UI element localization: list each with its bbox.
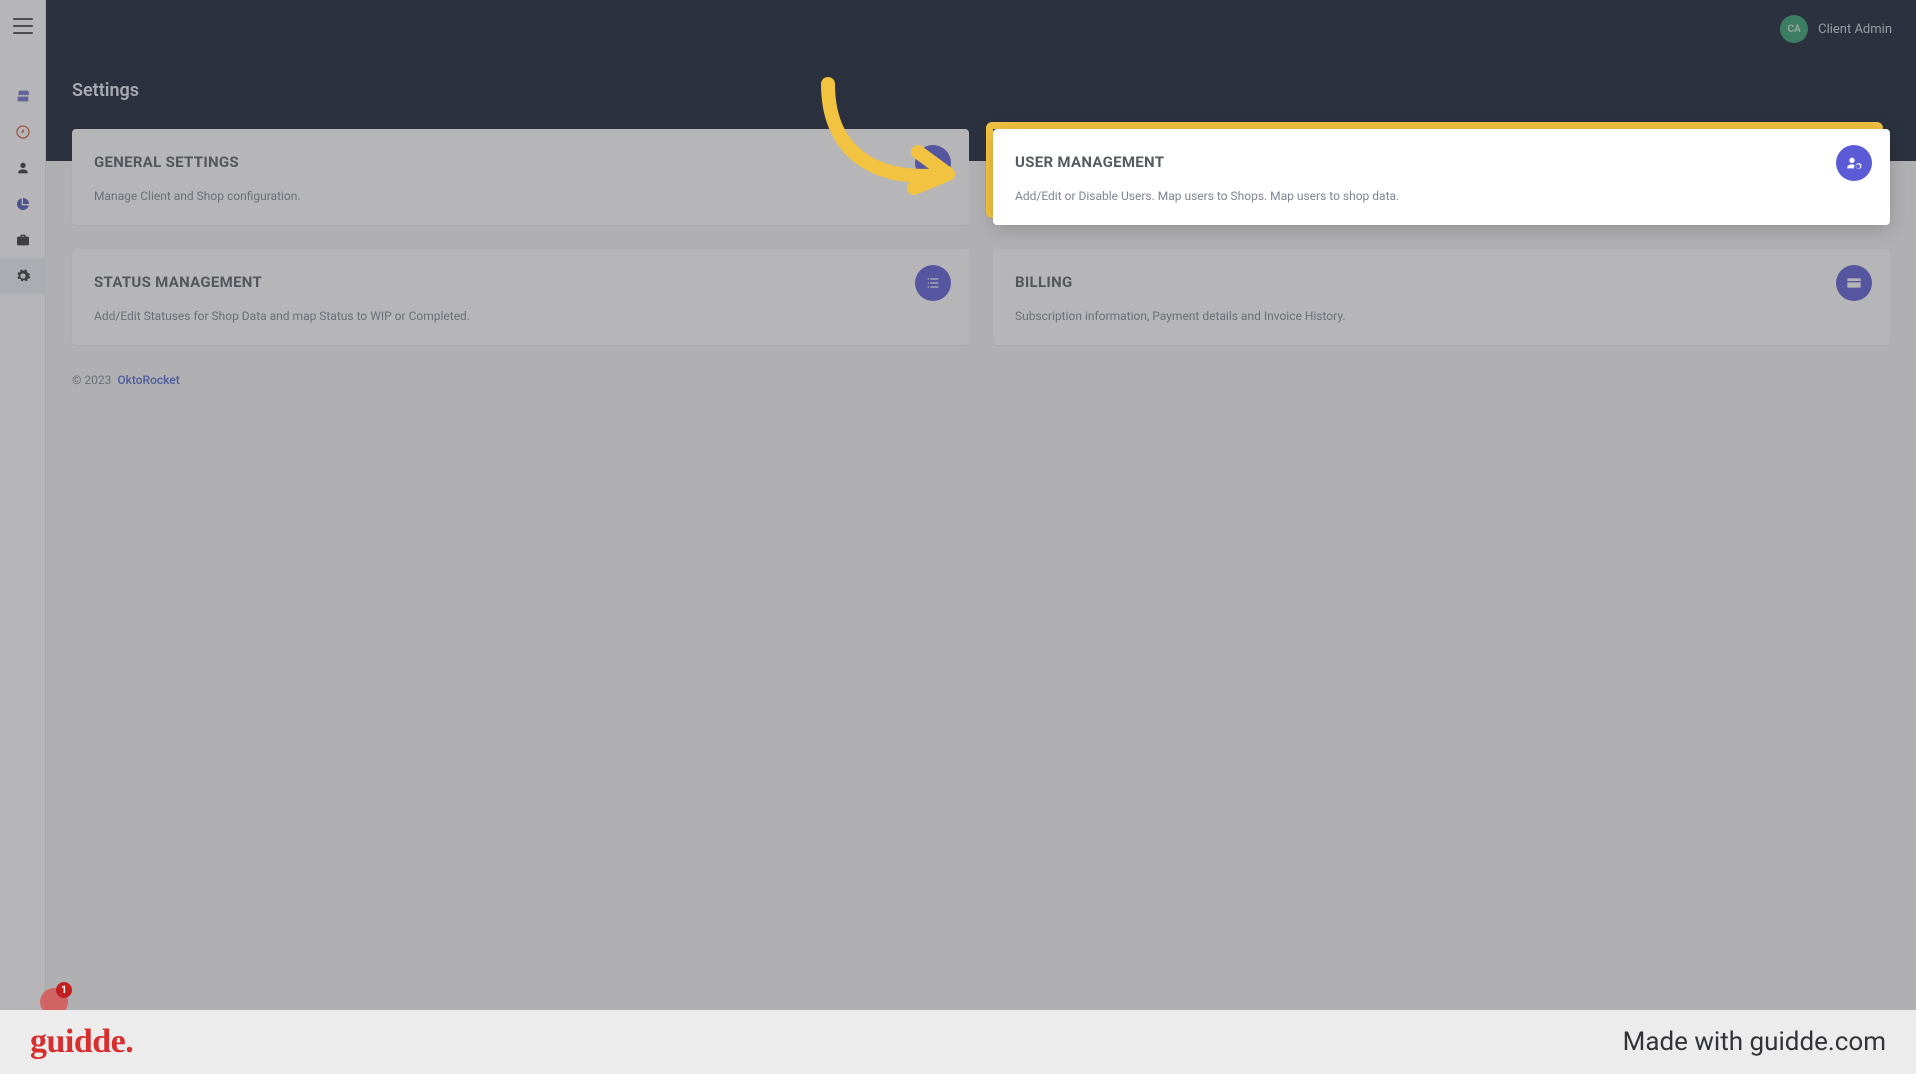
brand-link[interactable]: OktoRocket bbox=[117, 373, 179, 387]
card-title: USER MANAGEMENT bbox=[1015, 153, 1868, 171]
app-root: CA Client Admin Settings GENERAL SETTING… bbox=[0, 0, 1916, 1074]
compass-icon bbox=[15, 124, 31, 140]
copyright: © 2023 bbox=[72, 373, 111, 387]
store-icon bbox=[15, 88, 31, 104]
sidebar-item-store[interactable] bbox=[0, 78, 46, 114]
sidebar bbox=[0, 0, 46, 1074]
username: Client Admin bbox=[1818, 22, 1892, 37]
main: CA Client Admin Settings GENERAL SETTING… bbox=[46, 0, 1916, 1074]
card-user-management[interactable]: USER MANAGEMENT Add/Edit or Disable User… bbox=[993, 129, 1890, 225]
list-icon bbox=[915, 265, 951, 301]
card-desc: Subscription information, Payment detail… bbox=[1015, 309, 1868, 323]
chart-pie-icon bbox=[15, 196, 31, 212]
avatar[interactable]: CA bbox=[1780, 15, 1808, 43]
guidde-banner: guidde. Made with guidde.com bbox=[0, 1010, 1916, 1074]
card-desc: Manage Client and Shop configuration. bbox=[94, 189, 947, 203]
card-title: STATUS MANAGEMENT bbox=[94, 273, 947, 291]
sidebar-item-chart[interactable] bbox=[0, 186, 46, 222]
content: GENERAL SETTINGS Manage Client and Shop … bbox=[46, 157, 1916, 1074]
guidde-logo: guidde. bbox=[30, 1023, 133, 1061]
sidebar-item-briefcase[interactable] bbox=[0, 222, 46, 258]
card-title: GENERAL SETTINGS bbox=[94, 153, 947, 171]
card-general-settings[interactable]: GENERAL SETTINGS Manage Client and Shop … bbox=[72, 129, 969, 225]
menu-icon[interactable] bbox=[13, 18, 33, 34]
sidebar-item-settings[interactable] bbox=[0, 258, 46, 294]
gear-icon bbox=[15, 268, 31, 284]
card-grid: GENERAL SETTINGS Manage Client and Shop … bbox=[72, 129, 1890, 345]
page-title: Settings bbox=[72, 80, 1890, 101]
sidebar-item-user[interactable] bbox=[0, 150, 46, 186]
card-status-management[interactable]: STATUS MANAGEMENT Add/Edit Statuses for … bbox=[72, 249, 969, 345]
gear-circle-icon bbox=[915, 145, 951, 181]
card-billing[interactable]: BILLING Subscription information, Paymen… bbox=[993, 249, 1890, 345]
user-icon bbox=[15, 160, 31, 176]
card-icon bbox=[1836, 265, 1872, 301]
card-desc: Add/Edit Statuses for Shop Data and map … bbox=[94, 309, 947, 323]
card-desc: Add/Edit or Disable Users. Map users to … bbox=[1015, 189, 1868, 203]
footer: © 2023 OktoRocket bbox=[72, 373, 1890, 387]
sidebar-item-compass[interactable] bbox=[0, 114, 46, 150]
card-title: BILLING bbox=[1015, 273, 1868, 291]
made-with: Made with guidde.com bbox=[1623, 1027, 1886, 1057]
topbar: CA Client Admin bbox=[46, 0, 1916, 58]
user-gear-icon bbox=[1836, 145, 1872, 181]
briefcase-icon bbox=[15, 232, 31, 248]
